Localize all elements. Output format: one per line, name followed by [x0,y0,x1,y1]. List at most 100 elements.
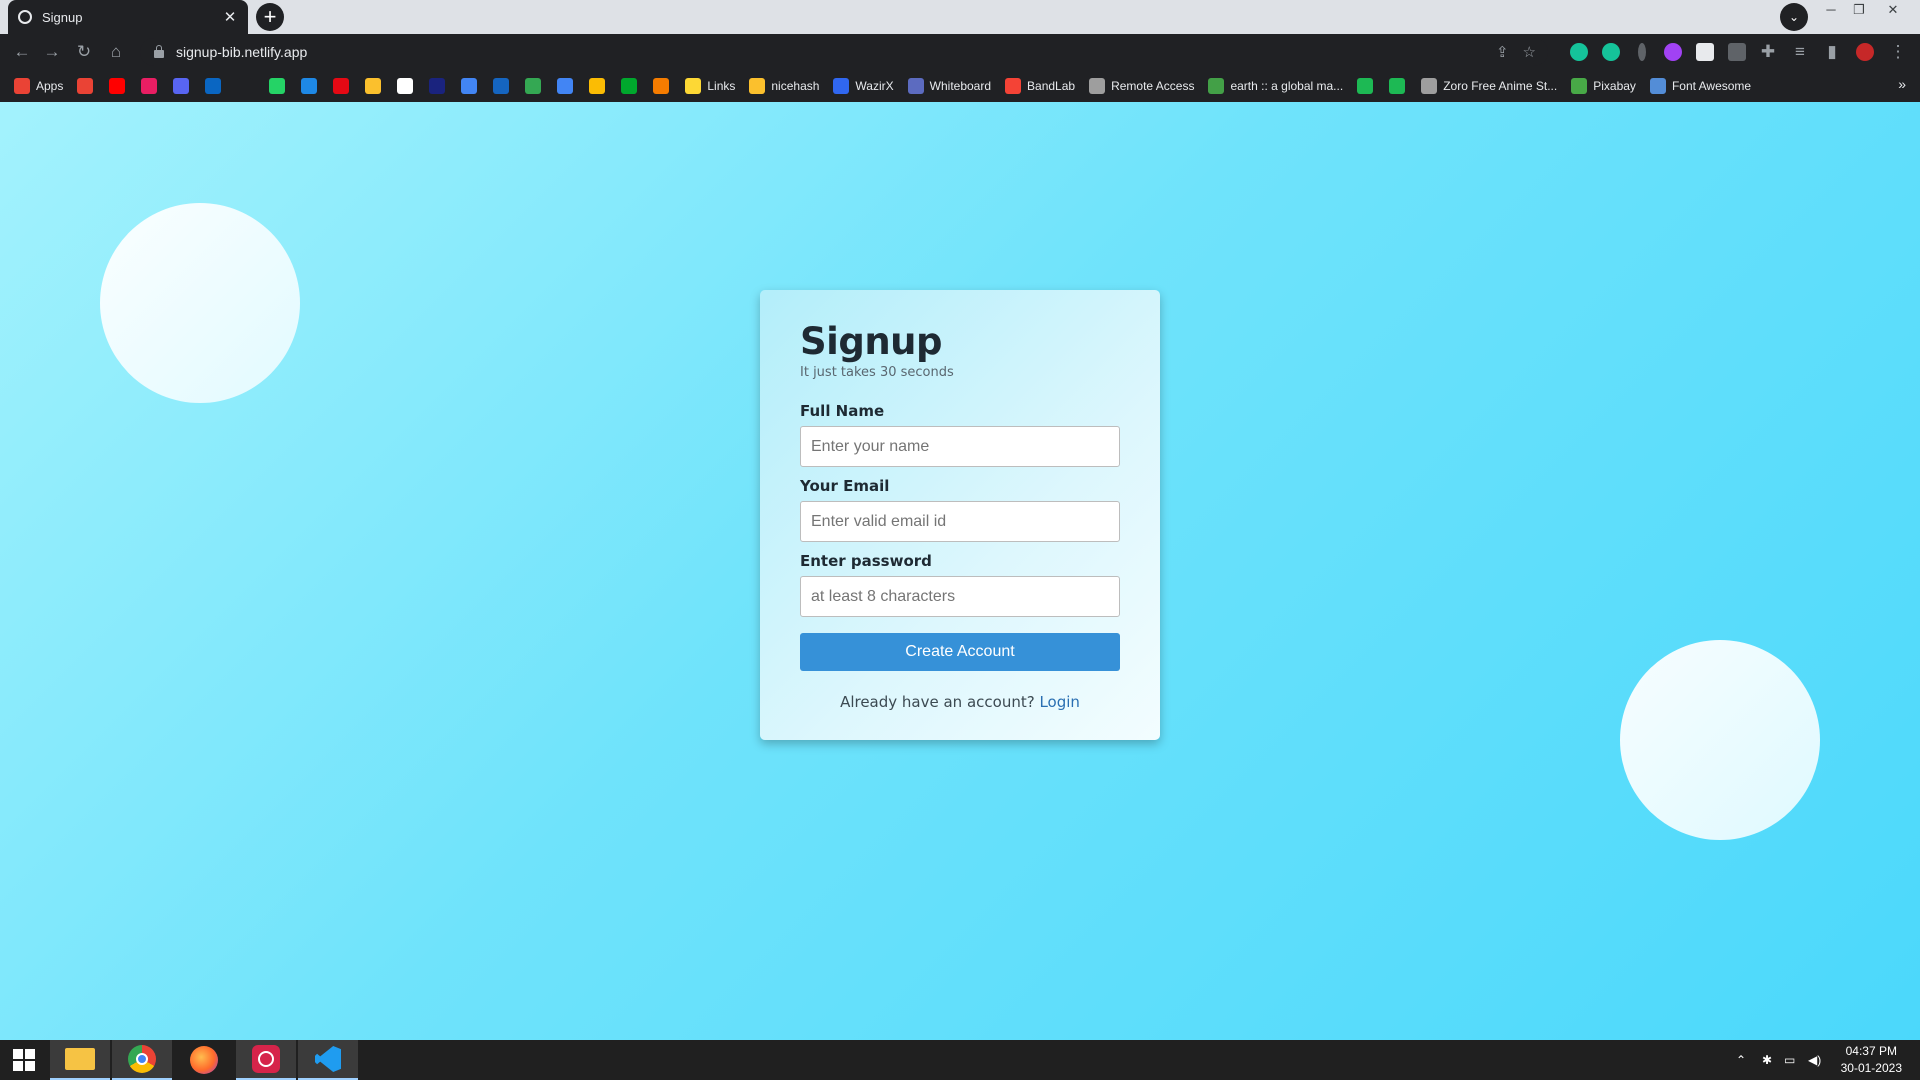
bookmark-item[interactable] [1357,78,1374,94]
bookmark-item[interactable] [109,78,126,94]
close-tab-icon[interactable]: ✕ [222,8,238,26]
bookmark-item[interactable] [589,78,606,94]
name-label: Full Name [800,402,885,420]
bluetooth-icon[interactable]: ✱ [1762,1040,1772,1080]
grammarly-extension-icon[interactable] [1570,43,1588,61]
tray-chevron-icon[interactable]: ⌃ [1736,1040,1746,1080]
bookmark-item[interactable] [525,78,542,94]
bookmark-label: WazirX [855,79,894,93]
browser-toolbar: ← → ↻ ⌂ signup-bib.netlify.app ⇪ ☆ ✚ ≡ ▮… [0,34,1920,70]
bookmark-item[interactable] [621,78,638,94]
name-input[interactable] [800,426,1120,467]
extension-dot-icon[interactable] [1638,43,1646,61]
restore-icon[interactable]: ❐ [1846,0,1872,22]
home-icon[interactable]: ⌂ [104,40,128,64]
url-text[interactable]: signup-bib.netlify.app [176,44,307,60]
bookmark-item[interactable] [429,78,446,94]
bookmark-item[interactable] [397,78,414,94]
bookmark-item[interactable]: Apps [14,78,63,94]
bookmark-item[interactable]: nicehash [749,78,819,94]
zoro-icon [1421,78,1438,94]
windows-start-icon[interactable] [0,1040,48,1080]
bookmark-item[interactable] [205,78,222,94]
bookmark-label: Remote Access [1111,79,1195,93]
new-tab-button[interactable]: + [256,3,284,31]
bookmark-item[interactable]: WazirX [833,78,894,94]
vscode-icon[interactable] [298,1040,358,1080]
alarm-clock-icon[interactable] [236,1040,296,1080]
extension-purple-icon[interactable] [1664,43,1682,61]
reading-list-icon[interactable]: ≡ [1788,40,1812,64]
browser-tab[interactable]: Signup ✕ [8,0,248,34]
minimize-icon[interactable]: ─ [1818,0,1844,22]
bookmark-item[interactable] [653,78,670,94]
gmail-icon [77,78,94,94]
wazirx-icon [833,78,850,94]
grammarly-g-extension-icon[interactable] [1602,43,1620,61]
firefox-icon[interactable] [174,1040,234,1080]
bookmark-item[interactable] [1389,78,1406,94]
bookmark-item[interactable] [333,78,350,94]
page-title: Signup [800,320,942,363]
extension-b-icon[interactable] [1696,43,1714,61]
dp-icon [493,78,510,94]
bookmark-item[interactable] [493,78,510,94]
bookmark-item[interactable] [141,78,158,94]
system-clock[interactable]: 04:37 PM 30-01-2023 [1841,1043,1902,1077]
bookmark-item[interactable] [173,78,190,94]
bookmark-item[interactable]: Whiteboard [907,78,992,94]
translate-icon [429,78,446,94]
login-link[interactable]: Login [1039,693,1079,711]
password-label: Enter password [800,552,932,570]
bookmark-item[interactable] [237,78,254,94]
bookmark-item[interactable] [269,78,286,94]
discord-icon [173,78,190,94]
volume-icon[interactable]: ◀) [1808,1040,1821,1080]
whatsapp-icon [269,78,286,94]
bookmark-label: nicehash [771,79,820,93]
side-panel-icon[interactable]: ▮ [1820,40,1844,64]
bookmark-label: Whiteboard [929,79,992,93]
file-explorer-icon[interactable] [50,1040,110,1080]
menu-kebab-icon[interactable]: ⋮ [1886,40,1910,64]
bookmark-label: earth :: a global ma... [1230,79,1344,93]
address-bar[interactable]: signup-bib.netlify.app ⇪ ☆ [140,38,1548,66]
forward-icon[interactable]: → [40,40,64,64]
evernote-icon [621,78,638,94]
bookmark-item[interactable] [461,78,478,94]
create-account-button[interactable]: Create Account [800,633,1120,671]
folder-icon [685,78,702,94]
network-icon[interactable]: ▭ [1784,1040,1795,1080]
bandlab-icon [1005,78,1022,94]
tab-search-button[interactable]: ⌄ [1780,3,1808,31]
github-icon [237,78,254,94]
bookmark-item[interactable]: Zoro Free Anime St... [1421,78,1557,94]
bookmarks-more-icon[interactable]: » [1898,76,1906,92]
close-window-icon[interactable]: ✕ [1880,0,1906,22]
password-input[interactable] [800,576,1120,617]
bookmark-item[interactable]: Font Awesome [1649,78,1751,94]
bookmark-item[interactable]: earth :: a global ma... [1208,78,1343,94]
chrome-icon[interactable] [112,1040,172,1080]
play-icon [301,78,318,94]
login-prompt-text: Already have an account? [840,693,1040,711]
drive-icon [525,78,542,94]
pixabay-icon [1571,78,1588,94]
profile-avatar[interactable] [1856,43,1874,61]
bookmark-item[interactable] [77,78,94,94]
share-icon[interactable]: ⇪ [1496,43,1509,61]
bookmark-item[interactable]: Remote Access [1089,78,1194,94]
page-background: Signup It just takes 30 seconds Full Nam… [0,102,1920,1040]
extensions-puzzle-icon[interactable]: ✚ [1756,40,1780,64]
reload-icon[interactable]: ↻ [72,40,96,64]
back-icon[interactable]: ← [10,40,34,64]
extension-zip-icon[interactable] [1728,43,1746,61]
bookmark-item[interactable] [557,78,574,94]
bookmark-item[interactable]: BandLab [1005,78,1075,94]
bookmark-star-icon[interactable]: ☆ [1523,43,1536,61]
bookmark-item[interactable] [301,78,318,94]
bookmark-item[interactable]: Links [685,78,735,94]
bookmark-item[interactable] [365,78,382,94]
email-input[interactable] [800,501,1120,542]
bookmark-item[interactable]: Pixabay [1571,78,1636,94]
